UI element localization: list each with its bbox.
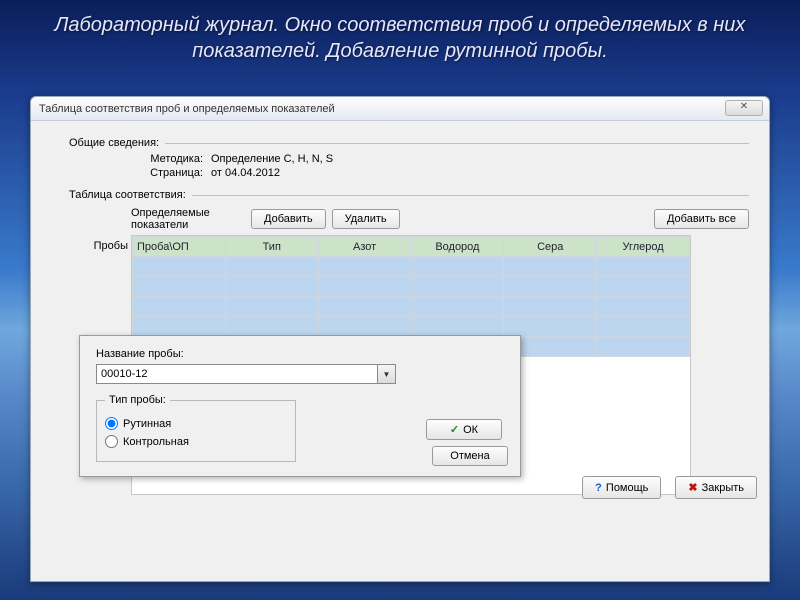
main-window: Таблица соответствия проб и определяемых… — [30, 96, 770, 582]
delete-column-button[interactable]: Удалить — [332, 209, 400, 229]
th-3: Водород — [411, 237, 504, 257]
help-icon: ? — [595, 482, 602, 494]
sample-type-group: Тип пробы: Рутинная Контрольная — [96, 394, 296, 462]
slide-title: Лабораторный журнал. Окно соответствия п… — [0, 0, 800, 70]
window-content: Общие сведения: Методика: Определение C,… — [31, 121, 769, 505]
radio-routine-label: Рутинная — [123, 418, 171, 430]
window-close-button[interactable]: ✕ — [725, 100, 763, 116]
page-value: от 04.04.2012 — [211, 167, 280, 179]
cancel-label: Отмена — [450, 450, 489, 462]
sample-name-label: Название пробы: — [96, 348, 508, 360]
columns-toolbar: Определяемые показатели Добавить Удалить… — [131, 207, 749, 231]
slide-title-em: Лабораторный журнал. — [55, 14, 279, 36]
th-5: Углерод — [597, 237, 690, 257]
method-value: Определение C, H, N, S — [211, 153, 333, 165]
table-row[interactable] — [133, 297, 690, 317]
chevron-down-icon[interactable]: ▼ — [378, 364, 396, 384]
sample-type-legend: Тип пробы: — [105, 394, 170, 406]
radio-control[interactable]: Контрольная — [105, 435, 287, 448]
close-icon: ✖ — [688, 481, 697, 494]
close-label: Закрыть — [702, 482, 744, 494]
divider — [165, 143, 749, 144]
th-0: Проба\ОП — [133, 237, 226, 257]
radio-control-input[interactable] — [105, 435, 118, 448]
close-button[interactable]: ✖ Закрыть — [675, 476, 757, 499]
table-row[interactable] — [133, 317, 690, 337]
columns-label: Определяемые показатели — [131, 207, 251, 231]
radio-routine[interactable]: Рутинная — [105, 417, 287, 430]
section-correspond-label: Таблица соответствия: — [69, 189, 186, 201]
ok-button[interactable]: ✓ ОК — [426, 419, 502, 440]
table-row[interactable] — [133, 257, 690, 277]
section-general: Общие сведения: — [69, 137, 749, 149]
sample-name-combo[interactable]: ▼ — [96, 364, 396, 384]
section-correspond: Таблица соответствия: — [69, 189, 749, 201]
th-2: Азот — [318, 237, 411, 257]
window-title: Таблица соответствия проб и определяемых… — [39, 103, 335, 115]
divider — [192, 195, 749, 196]
window-footer: ? Помощь ✖ Закрыть — [582, 476, 757, 499]
radio-control-label: Контрольная — [123, 436, 189, 448]
close-icon: ✕ — [740, 101, 748, 112]
section-general-label: Общие сведения: — [69, 137, 159, 149]
kv-page: Страница: от 04.04.2012 — [131, 167, 749, 179]
dialog-buttons: ✓ ОК Отмена — [426, 419, 508, 466]
add-sample-dialog: Название пробы: ▼ Тип пробы: Рутинная Ко… — [79, 335, 521, 477]
titlebar: Таблица соответствия проб и определяемых… — [31, 97, 769, 121]
sample-name-input[interactable] — [96, 364, 378, 384]
help-button[interactable]: ? Помощь — [582, 476, 661, 499]
add-all-button[interactable]: Добавить все — [654, 209, 749, 229]
cancel-button[interactable]: Отмена — [432, 446, 508, 466]
radio-routine-input[interactable] — [105, 417, 118, 430]
help-label: Помощь — [606, 482, 649, 494]
table-header-row: Проба\ОП Тип Азот Водород Сера Углерод — [133, 237, 690, 257]
page-key: Страница: — [131, 167, 211, 179]
table-row[interactable] — [133, 277, 690, 297]
ok-label: ОК — [463, 424, 478, 436]
kv-method: Методика: Определение C, H, N, S — [131, 153, 749, 165]
check-icon: ✓ — [450, 423, 459, 436]
rows-label: Пробы — [78, 240, 128, 252]
add-column-button[interactable]: Добавить — [251, 209, 326, 229]
method-key: Методика: — [131, 153, 211, 165]
th-1: Тип — [225, 237, 318, 257]
th-4: Сера — [504, 237, 597, 257]
